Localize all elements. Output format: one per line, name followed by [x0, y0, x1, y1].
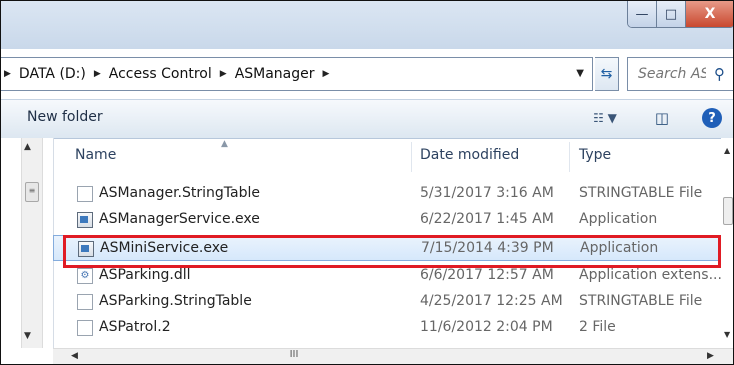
file-row[interactable]: ASManager.StringTable 5/31/2017 3:16 AM …: [53, 181, 721, 207]
breadcrumb-access-control[interactable]: Access Control: [109, 66, 212, 82]
breadcrumb-arrow-icon[interactable]: ▶: [220, 69, 227, 79]
file-name: ASMiniService.exe: [100, 240, 229, 256]
breadcrumb-asmanager[interactable]: ASManager: [235, 66, 315, 82]
refresh-button[interactable]: ⇆: [595, 57, 619, 91]
minimize-button[interactable]: —: [628, 1, 657, 27]
file-list: ASManager.StringTable 5/31/2017 3:16 AM …: [53, 165, 733, 346]
file-row[interactable]: ASParking.StringTable 4/25/2017 12:25 AM…: [53, 289, 721, 315]
search-input[interactable]: [636, 65, 708, 83]
scroll-up-icon[interactable]: ▲: [724, 146, 730, 155]
scroll-thumb[interactable]: ≡: [25, 182, 39, 202]
breadcrumb-arrow-icon[interactable]: ▶: [323, 69, 330, 79]
file-name: ASParking.dll: [99, 267, 191, 283]
scroll-right-icon[interactable]: ▶: [707, 351, 714, 361]
title-bar: — □ X: [1, 1, 733, 49]
file-row-selected[interactable]: ASMiniService.exe 7/15/2014 4:39 PM Appl…: [53, 235, 721, 261]
file-name: ASParking.StringTable: [99, 293, 252, 309]
preview-pane-icon[interactable]: ◫: [651, 108, 673, 128]
command-bar: New folder ☷ ▼ ◫ ?: [1, 99, 733, 139]
file-row[interactable]: ASManagerService.exe 6/22/2017 1:45 AM A…: [53, 207, 721, 233]
explorer-window: — □ X ▶ DATA (D:) ▶ Access Control ▶ ASM…: [0, 0, 734, 365]
maximize-button[interactable]: □: [657, 1, 686, 27]
file-icon: [77, 320, 93, 336]
file-date: 11/6/2012 2:04 PM: [420, 319, 553, 335]
close-button[interactable]: X: [686, 1, 733, 27]
scroll-down-icon[interactable]: ▼: [724, 330, 730, 339]
file-icon: [77, 294, 93, 310]
scroll-left-icon[interactable]: ◀: [71, 351, 78, 361]
help-icon[interactable]: ?: [702, 108, 722, 128]
search-box[interactable]: ⚲: [627, 57, 733, 91]
address-bar[interactable]: ▶ DATA (D:) ▶ Access Control ▶ ASManager…: [1, 57, 593, 91]
column-header-name[interactable]: Name: [75, 147, 116, 163]
views-icon[interactable]: ☷ ▼: [585, 108, 625, 128]
scroll-thumb[interactable]: [723, 197, 733, 225]
chevron-down-icon[interactable]: ▼: [576, 68, 584, 79]
sort-ascending-icon: ▲: [221, 139, 228, 149]
new-folder-button[interactable]: New folder: [27, 109, 103, 125]
exe-icon: [78, 241, 94, 257]
file-date: 5/31/2017 3:16 AM: [420, 185, 554, 201]
column-header-type[interactable]: Type: [579, 147, 611, 163]
file-type: STRINGTABLE File: [579, 185, 703, 201]
file-type: STRINGTABLE File: [579, 293, 703, 309]
file-date: 6/6/2017 12:57 AM: [420, 267, 554, 283]
scroll-up-icon[interactable]: ▲: [24, 142, 31, 152]
file-type: Application: [580, 240, 659, 256]
scroll-thumb[interactable]: III: [283, 350, 305, 361]
file-name: ASPatrol.2: [99, 319, 171, 335]
breadcrumb-arrow-icon[interactable]: ▶: [4, 69, 11, 79]
address-row: ▶ DATA (D:) ▶ Access Control ▶ ASManager…: [1, 57, 733, 93]
breadcrumb-arrow-icon[interactable]: ▶: [94, 69, 101, 79]
navigation-pane: ▲ ≡ ▼: [1, 138, 54, 348]
file-name: ASManager.StringTable: [99, 185, 260, 201]
dll-icon: ⚙: [77, 268, 93, 284]
file-type: Application extens...: [579, 267, 722, 283]
file-type: 2 File: [579, 319, 616, 335]
file-date: 4/25/2017 12:25 AM: [420, 293, 563, 309]
file-icon: [77, 186, 93, 202]
file-row[interactable]: ⚙ ASParking.dll 6/6/2017 12:57 AM Applic…: [53, 263, 722, 289]
nav-scrollbar[interactable]: ▲ ≡ ▼: [21, 138, 43, 348]
file-date: 6/22/2017 1:45 AM: [420, 211, 554, 227]
file-list-scrollbar[interactable]: ▲ ▼: [721, 138, 733, 348]
window-controls: — □ X: [627, 1, 733, 28]
file-name: ASManagerService.exe: [99, 211, 260, 227]
search-icon[interactable]: ⚲: [714, 65, 725, 83]
file-type: Application: [579, 211, 658, 227]
column-header-date-modified[interactable]: Date modified: [420, 147, 519, 163]
scroll-down-icon[interactable]: ▼: [24, 331, 31, 341]
file-date: 7/15/2014 4:39 PM: [421, 240, 554, 256]
exe-icon: [77, 212, 93, 228]
breadcrumb-data-drive[interactable]: DATA (D:): [19, 66, 86, 82]
horizontal-scrollbar[interactable]: ◀ III ▶: [53, 348, 733, 364]
file-row[interactable]: ASPatrol.2 11/6/2012 2:04 PM 2 File: [53, 315, 721, 341]
refresh-icon: ⇆: [600, 66, 613, 82]
